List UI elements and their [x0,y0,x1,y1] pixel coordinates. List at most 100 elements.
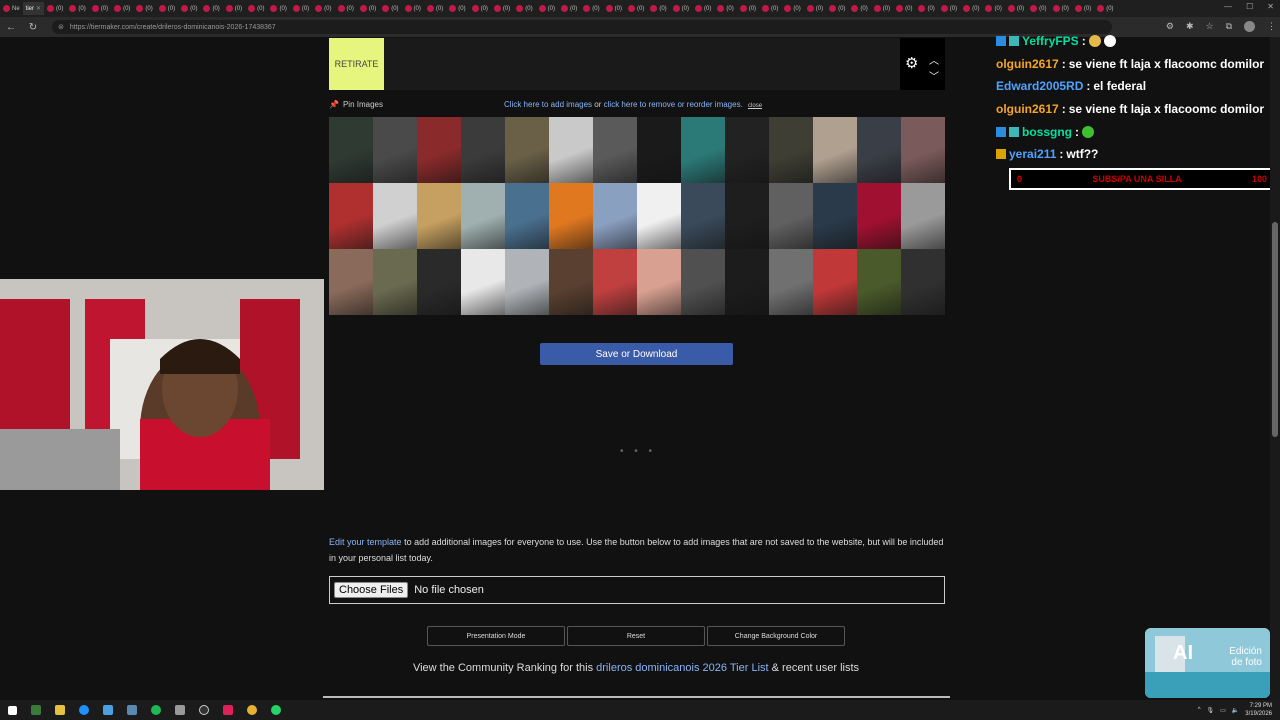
tab-item[interactable]: (0) [267,2,289,15]
tab-item[interactable]: (0) [66,2,88,15]
tier-image-tile[interactable] [637,183,681,249]
tab-first[interactable]: Ne [0,2,23,15]
tier-image-tile[interactable] [373,183,417,249]
tab-item[interactable]: (0) [111,2,133,15]
tab-item[interactable]: (0) [737,2,759,15]
file-explorer-icon[interactable] [48,700,72,720]
tier-image-tile[interactable] [461,117,505,183]
page-scrollbar[interactable] [1270,37,1280,700]
presentation-mode-button[interactable]: Presentation Mode [427,626,565,646]
tiktok-icon[interactable] [216,700,240,720]
chat-username[interactable]: olguin2617 [996,57,1059,71]
tab-item[interactable]: (0) [89,2,111,15]
tab-item[interactable]: (0) [960,2,982,15]
tier-image-tile[interactable] [417,249,461,315]
gear-icon[interactable]: ⚙ [905,56,919,71]
tab-item[interactable]: (0) [781,2,803,15]
tab-item[interactable]: (0) [446,2,468,15]
tier-image-tile[interactable] [681,249,725,315]
remove-reorder-link[interactable]: click here to remove or reorder images. [604,100,743,109]
tab-item[interactable]: (0) [625,2,647,15]
tab-active[interactable]: tier ✕ [22,2,45,15]
save-download-button[interactable]: Save or Download [540,343,733,365]
tab-item[interactable]: (0) [290,2,312,15]
tab-item[interactable]: (0) [402,2,424,15]
tier-image-tile[interactable] [593,183,637,249]
windows-start-icon[interactable] [0,700,24,720]
tab-item[interactable]: (0) [513,2,535,15]
network-icon[interactable]: ▭ [1220,707,1226,714]
microphone-icon[interactable]: 🎙 [1207,707,1215,714]
url-field[interactable]: ⊜ https://tiermaker.com/create/drileros-… [52,20,1112,34]
tier-image-tile[interactable] [637,117,681,183]
tab-item[interactable]: (0) [1050,2,1072,15]
minimize-icon[interactable]: — [1224,2,1232,11]
tier-image-tile[interactable] [813,117,857,183]
tab-item[interactable]: (0) [424,2,446,15]
back-icon[interactable]: ← [0,22,22,33]
tier-image-tile[interactable] [681,117,725,183]
tab-item[interactable]: (0) [1005,2,1027,15]
tab-item[interactable]: (0) [580,2,602,15]
tier-image-tile[interactable] [505,183,549,249]
tier-image-tile[interactable] [813,183,857,249]
tier-image-tile[interactable] [769,183,813,249]
close-tab-icon[interactable]: ✕ [36,5,41,12]
tab-item[interactable]: (0) [1094,2,1116,15]
tier-image-tile[interactable] [725,117,769,183]
tab-item[interactable]: (0) [893,2,915,15]
close-window-icon[interactable]: ✕ [1267,2,1274,11]
clock[interactable]: 7:29 PM 3/19/2026 [1245,702,1272,718]
tab-item[interactable]: (0) [982,2,1004,15]
tab-item[interactable]: (0) [200,2,222,15]
tab-item[interactable]: (0) [223,2,245,15]
tier-image-tile[interactable] [813,249,857,315]
tier-image-tile[interactable] [769,249,813,315]
tab-item[interactable]: (0) [312,2,334,15]
tier-image-tile[interactable] [461,183,505,249]
tab-item[interactable]: (0) [915,2,937,15]
tier-image-tile[interactable] [329,249,373,315]
tier-image-tile[interactable] [857,117,901,183]
tab-item[interactable]: (0) [871,2,893,15]
tab-item[interactable]: (0) [603,2,625,15]
maximize-icon[interactable]: ☐ [1246,2,1253,11]
tab-item[interactable]: (0) [1027,2,1049,15]
chrome-icon[interactable] [240,700,264,720]
tier-image-tile[interactable] [857,249,901,315]
tier-image-tile[interactable] [901,249,945,315]
tab-item[interactable]: (0) [379,2,401,15]
chevron-up-icon[interactable]: ^ [1198,707,1201,713]
tier-image-tile[interactable] [373,117,417,183]
tier-image-tile[interactable] [549,117,593,183]
tab-item[interactable]: (0) [536,2,558,15]
chevron-up-icon[interactable]: ︿ [929,52,939,67]
reload-icon[interactable]: ↻ [22,22,44,33]
tier-image-tile[interactable] [637,249,681,315]
tier-image-tile[interactable] [329,117,373,183]
tab-item[interactable]: (0) [692,2,714,15]
chat-username[interactable]: yerai211 [1009,147,1056,161]
tab-item[interactable]: (0) [491,2,513,15]
tab-item[interactable]: (0) [647,2,669,15]
tier-image-tile[interactable] [769,117,813,183]
tier-image-tile[interactable] [681,183,725,249]
add-images-link[interactable]: Click here to add images [504,100,592,109]
terminal-icon[interactable] [24,700,48,720]
tier-image-tile[interactable] [857,183,901,249]
photo-edit-widget[interactable]: AI Edición de foto [1145,628,1270,698]
tab-item[interactable]: (0) [335,2,357,15]
tab-item[interactable]: (0) [848,2,870,15]
tier-image-tile[interactable] [461,249,505,315]
change-background-button[interactable]: Change Background Color [707,626,845,646]
tab-item[interactable]: (0) [357,2,379,15]
spotify-icon[interactable] [144,700,168,720]
edit-template-link[interactable]: Edit your template [329,537,402,547]
chevron-down-icon[interactable]: ﹀ [929,68,939,83]
pin-images-toggle[interactable]: 📌 Pin Images [329,100,383,109]
pen-icon[interactable] [168,700,192,720]
tab-item[interactable]: (0) [178,2,200,15]
site-info-icon[interactable]: ⊜ [58,23,64,31]
tier-image-tile[interactable] [417,117,461,183]
chat-username[interactable]: YeffryFPS [1022,34,1079,48]
